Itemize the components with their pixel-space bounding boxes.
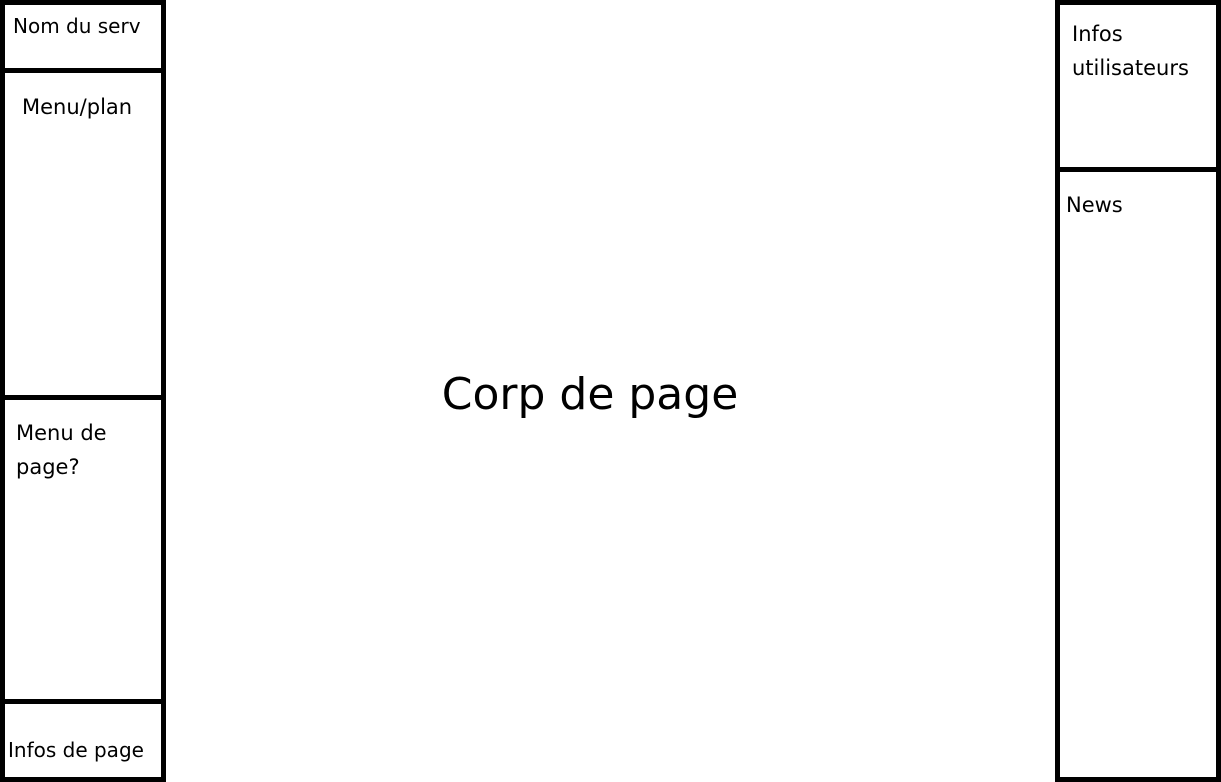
page-info-label: Infos de page — [8, 738, 144, 762]
page-body-label: Corp de page — [441, 369, 739, 420]
page-menu-box: Menu de page? — [0, 395, 166, 706]
menu-plan-label: Menu/plan — [22, 95, 133, 119]
menu-plan-box: Menu/plan — [0, 68, 166, 401]
user-info-box: Infos utilisateurs — [1055, 0, 1221, 174]
news-box: News — [1055, 167, 1221, 782]
page-menu-label: Menu de page? — [16, 421, 107, 479]
server-name-box: Nom du serv — [0, 0, 166, 74]
user-info-label: Infos utilisateurs — [1072, 22, 1189, 80]
page-info-box: Infos de page — [0, 699, 166, 782]
news-label: News — [1066, 193, 1123, 217]
server-name-label: Nom du serv — [13, 14, 141, 38]
